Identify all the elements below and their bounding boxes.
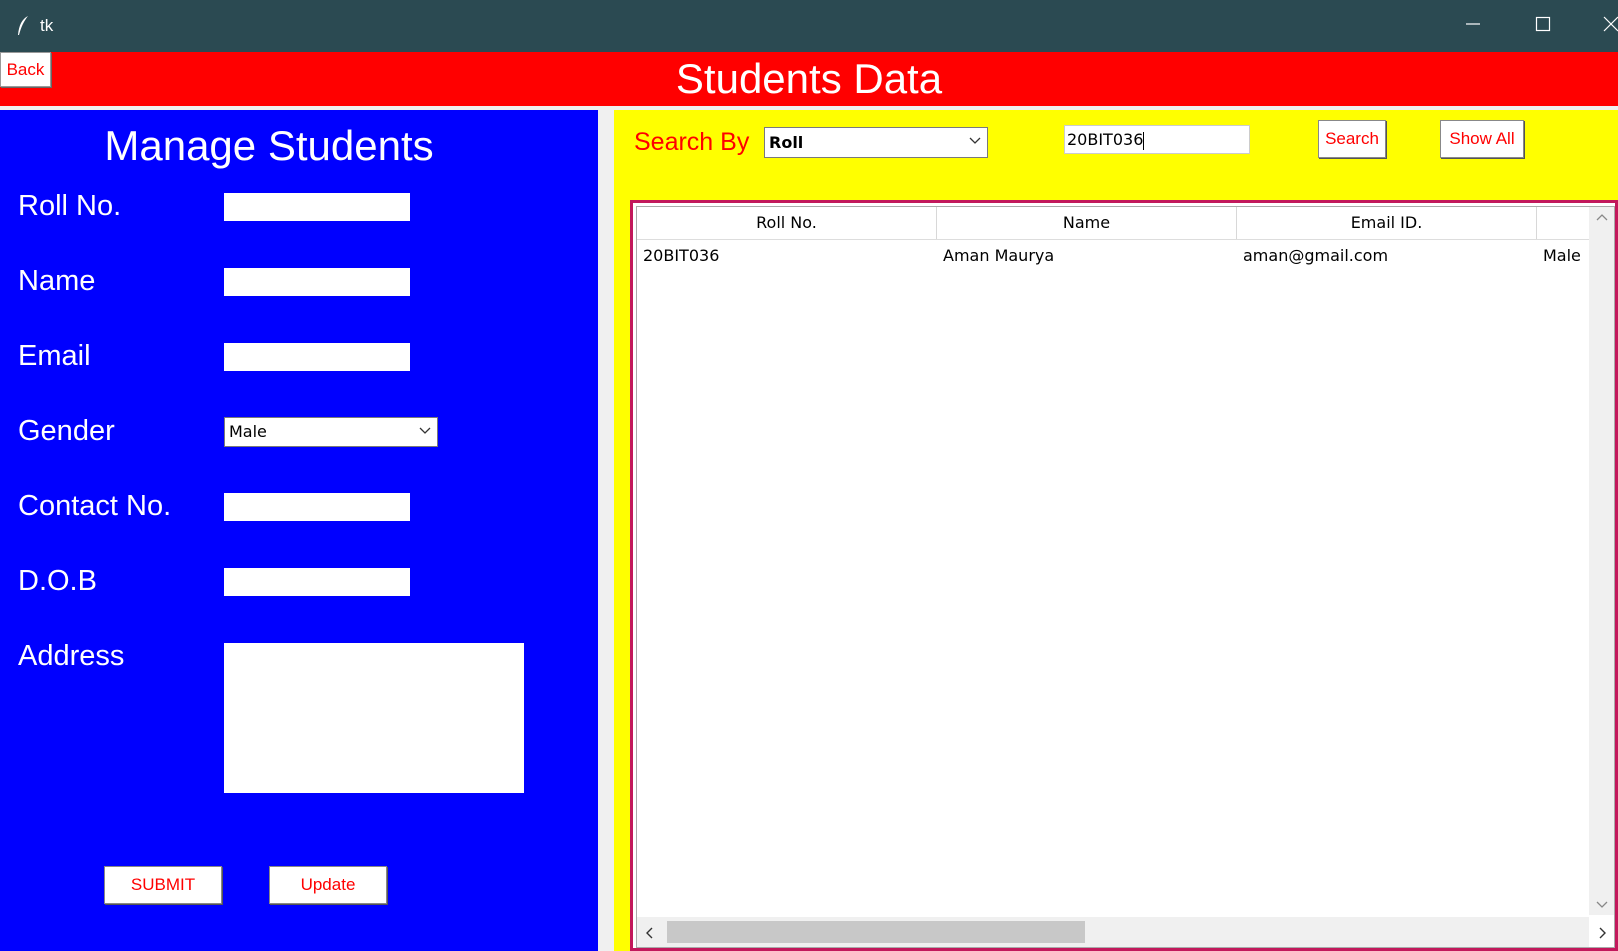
scrollbar-thumb[interactable] — [667, 921, 1085, 943]
students-table: Roll No. Name Email ID. 20BIT036 Aman Ma… — [636, 206, 1615, 948]
roll-label: Roll No. — [18, 190, 122, 222]
search-by-value: Roll — [769, 133, 804, 152]
search-by-label: Search By — [634, 128, 750, 156]
contact-label: Contact No. — [18, 490, 172, 522]
text-caret — [1143, 131, 1145, 150]
scroll-right-icon[interactable] — [1599, 927, 1607, 939]
horizontal-scrollbar[interactable] — [637, 917, 1606, 947]
email-input[interactable] — [224, 343, 410, 371]
gender-label: Gender — [18, 415, 115, 447]
address-label: Address — [18, 640, 125, 672]
cell-roll: 20BIT036 — [643, 246, 720, 265]
search-by-select[interactable]: Roll — [764, 127, 988, 158]
back-button[interactable]: Back — [0, 52, 51, 87]
gender-value: Male — [229, 422, 267, 441]
search-input[interactable]: 20BIT036 — [1064, 125, 1250, 154]
scroll-up-icon[interactable] — [1596, 213, 1608, 221]
manage-students-title: Manage Students — [104, 122, 434, 169]
column-header-name[interactable]: Name — [937, 207, 1237, 239]
table-row[interactable]: 20BIT036 Aman Maurya aman@gmail.com Male — [637, 241, 1597, 271]
window-titlebar: tk — [0, 0, 1618, 52]
contact-input[interactable] — [224, 493, 410, 521]
close-button[interactable] — [1588, 12, 1618, 42]
students-table-frame: Roll No. Name Email ID. 20BIT036 Aman Ma… — [630, 200, 1618, 951]
window-title: tk — [40, 16, 54, 35]
page-title: Students Data — [675, 55, 943, 102]
search-button[interactable]: Search — [1318, 120, 1386, 158]
name-label: Name — [18, 265, 96, 297]
gender-select[interactable]: Male — [224, 417, 438, 447]
name-input[interactable] — [224, 268, 410, 296]
dob-label: D.O.B — [18, 565, 97, 597]
minimize-icon — [1466, 23, 1480, 25]
column-header-gender[interactable] — [1537, 207, 1597, 239]
chevron-down-icon — [969, 137, 981, 144]
update-button[interactable]: Update — [269, 866, 387, 904]
close-icon — [1603, 16, 1618, 32]
minimize-button[interactable] — [1450, 12, 1496, 42]
maximize-icon — [1535, 16, 1551, 32]
address-textarea[interactable] — [224, 643, 524, 793]
tk-feather-icon — [18, 16, 28, 35]
manage-students-panel: Manage Students Roll No. Name Email Gend… — [0, 110, 598, 951]
vertical-scrollbar[interactable] — [1589, 207, 1614, 915]
maximize-button[interactable] — [1520, 12, 1566, 42]
scroll-left-icon[interactable] — [645, 927, 653, 939]
dob-input[interactable] — [224, 568, 410, 596]
cell-email: aman@gmail.com — [1243, 246, 1389, 265]
scroll-down-icon[interactable] — [1596, 901, 1608, 909]
submit-button[interactable]: SUBMIT — [104, 866, 222, 904]
column-header-roll[interactable]: Roll No. — [637, 207, 937, 239]
email-label: Email — [18, 340, 91, 372]
cell-name: Aman Maurya — [943, 246, 1055, 265]
app-header: Students Data — [0, 52, 1618, 106]
column-header-email[interactable]: Email ID. — [1237, 207, 1537, 239]
show-all-button[interactable]: Show All — [1440, 120, 1524, 158]
cell-gender: Male — [1543, 246, 1581, 265]
table-header: Roll No. Name Email ID. — [637, 207, 1597, 240]
chevron-down-icon — [419, 427, 431, 434]
search-query: 20BIT036 — [1067, 130, 1144, 149]
roll-input[interactable] — [224, 193, 410, 221]
